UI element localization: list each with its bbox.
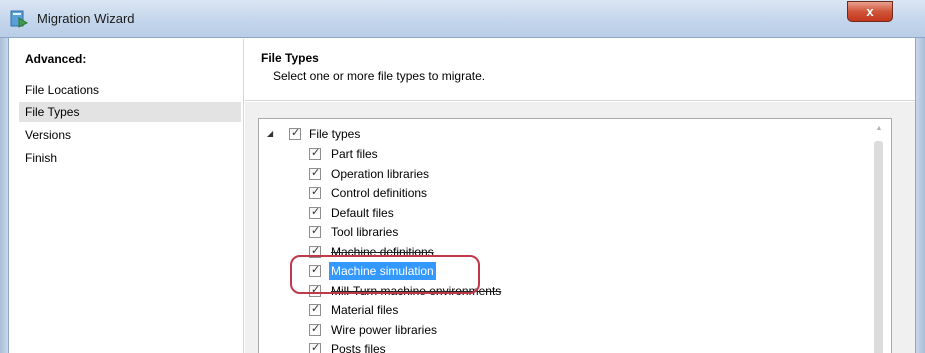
tree-item-label: Machine definitions [331,245,434,259]
tree-item-label: Part files [331,147,378,161]
tree-item-label: Posts files [331,342,386,353]
tree-item-label: Tool libraries [331,225,399,239]
checkmark-icon: ✓ [311,284,321,296]
title-bar: Migration Wizard x [0,0,925,38]
tree-scrollbar[interactable]: ▲ [871,125,887,353]
tree-root-checkbox[interactable]: ✓ [289,127,301,140]
checkmark-icon: ✓ [311,225,321,237]
wizard-steps-pane: Advanced: File Locations File Types Vers… [10,39,244,353]
page-title: File Types [261,51,319,65]
checkmark-icon: ✓ [311,342,321,353]
window-frame-left [0,38,9,353]
control-definitions-checkbox[interactable]: ✓ [309,186,321,199]
checkmark-icon: ✓ [311,186,321,198]
nav-item-file-types[interactable]: File Types [19,102,241,122]
tree-item-label: Wire power libraries [331,323,438,337]
checkmark-icon: ✓ [311,147,321,159]
scrollbar-thumb[interactable] [874,141,883,353]
migration-wizard-icon [10,10,28,28]
default-files-checkbox[interactable]: ✓ [309,206,321,219]
content-body: ◢ ✓ File types ✓ Part files ✓ Operation … [245,102,915,353]
window-frame-right [915,38,925,353]
content-header: File Types Select one or more file types… [245,39,915,101]
posts-files-checkbox[interactable]: ✓ [309,342,321,353]
checkmark-icon: ✓ [311,206,321,218]
file-types-tree[interactable]: ◢ ✓ File types ✓ Part files ✓ Operation … [258,118,892,353]
wire-power-libraries-checkbox[interactable]: ✓ [309,323,321,336]
checkmark-icon: ✓ [311,245,321,257]
checkmark-icon: ✓ [311,323,321,335]
tree-root-label: File types [309,127,361,141]
tree-item-label: Default files [331,206,394,220]
scroll-up-arrow-icon[interactable]: ▲ [874,125,884,135]
collapse-triangle-icon[interactable]: ◢ [267,125,277,143]
tool-libraries-checkbox[interactable]: ✓ [309,225,321,238]
close-button[interactable]: x [847,1,893,22]
page-subtitle: Select one or more file types to migrate… [273,69,486,83]
tree-item-label: Mill-Turn machine environments [331,284,502,298]
tree-item-label: Material files [331,303,399,317]
tree-item-label: Operation libraries [331,167,430,181]
nav-item-finish[interactable]: Finish [19,148,241,168]
part-files-checkbox[interactable]: ✓ [309,147,321,160]
machine-simulation-checkbox[interactable]: ✓ [309,264,321,277]
mill-turn-checkbox[interactable]: ✓ [309,284,321,297]
tree-item-label: Machine simulation [329,262,436,280]
material-files-checkbox[interactable]: ✓ [309,303,321,316]
nav-item-versions[interactable]: Versions [19,125,241,145]
checkmark-icon: ✓ [311,303,321,315]
nav-item-file-locations[interactable]: File Locations [19,80,241,100]
nav-heading: Advanced: [25,52,87,66]
tree-item-label: Control definitions [331,186,428,200]
machine-definitions-checkbox[interactable]: ✓ [309,245,321,258]
checkmark-icon: ✓ [311,264,321,276]
operation-libraries-checkbox[interactable]: ✓ [309,167,321,180]
checkmark-icon: ✓ [291,127,301,139]
checkmark-icon: ✓ [311,167,321,179]
window-title: Migration Wizard [37,11,135,26]
